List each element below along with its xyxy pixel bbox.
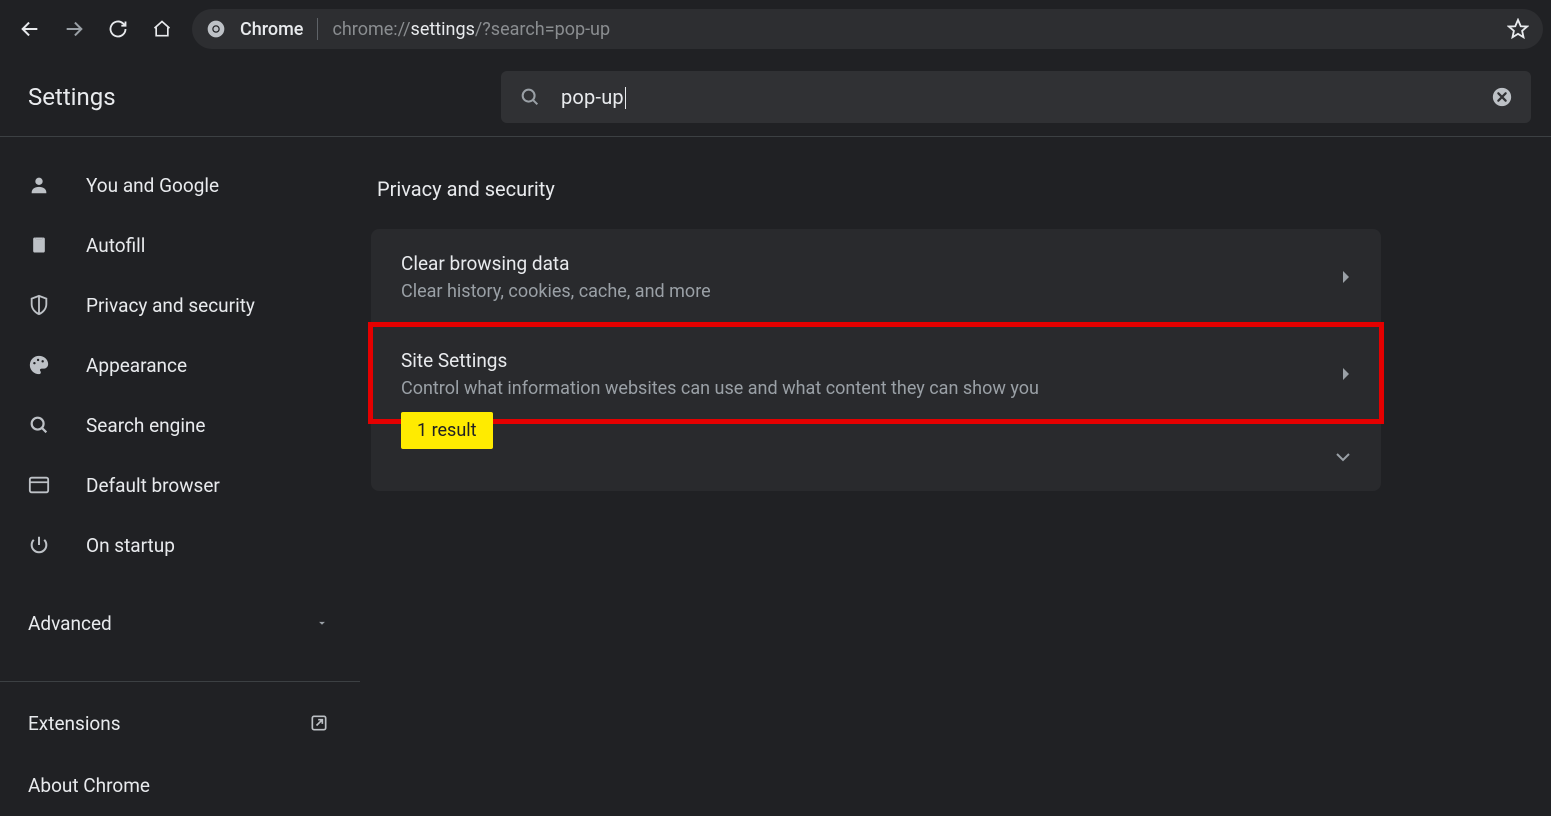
section-title-privacy: Privacy and security	[377, 177, 1551, 201]
sidebar-item-label: Extensions	[28, 712, 121, 735]
sidebar-item-label: You and Google	[86, 174, 219, 197]
forward-button[interactable]	[52, 7, 96, 51]
omnibox-url: chrome://settings/?search=pop-up	[332, 19, 610, 40]
chevron-right-icon	[1341, 367, 1351, 381]
chevron-down-icon	[1335, 451, 1351, 463]
sidebar-item-on-startup[interactable]: On startup	[0, 515, 365, 575]
home-button[interactable]	[140, 7, 184, 51]
omnibox-site-label: Chrome	[240, 19, 303, 40]
search-result-badge: 1 result	[401, 412, 493, 449]
row-subtitle: Control what information websites can us…	[401, 378, 1039, 399]
sidebar-item-autofill[interactable]: Autofill	[0, 215, 365, 275]
sidebar-item-search-engine[interactable]: Search engine	[0, 395, 365, 455]
row-subtitle: Clear history, cookies, cache, and more	[401, 281, 711, 302]
external-link-icon	[309, 713, 329, 733]
search-input-value: pop-up	[561, 85, 1491, 110]
settings-main: Privacy and security Clear browsing data…	[365, 137, 1551, 790]
sidebar-item-you-and-google[interactable]: You and Google	[0, 155, 365, 215]
sidebar-item-label: Autofill	[86, 234, 145, 257]
browser-icon	[26, 475, 52, 495]
search-icon	[519, 86, 541, 108]
bookmark-star-icon[interactable]	[1507, 18, 1529, 40]
sidebar-item-extensions[interactable]: Extensions	[0, 692, 365, 754]
sidebar-item-appearance[interactable]: Appearance	[0, 335, 365, 395]
palette-icon	[26, 354, 52, 376]
clear-search-icon[interactable]	[1491, 86, 1513, 108]
person-icon	[26, 174, 52, 196]
row-clear-browsing-data[interactable]: Clear browsing data Clear history, cooki…	[371, 229, 1381, 325]
power-icon	[26, 534, 52, 556]
address-bar[interactable]: Chrome chrome://settings/?search=pop-up	[192, 9, 1543, 49]
back-button[interactable]	[8, 7, 52, 51]
chrome-icon	[206, 19, 226, 39]
row-title: Clear browsing data	[401, 252, 711, 275]
sidebar-item-label: Privacy and security	[86, 294, 255, 317]
settings-sidebar: You and Google Autofill Privacy and secu…	[0, 137, 365, 790]
sidebar-item-label: On startup	[86, 534, 175, 557]
sidebar-advanced-label: Advanced	[28, 612, 112, 635]
sidebar-item-default-browser[interactable]: Default browser	[0, 455, 365, 515]
page-title: Settings	[28, 83, 116, 111]
settings-search-input[interactable]: pop-up	[501, 71, 1531, 123]
shield-icon	[26, 294, 52, 316]
sidebar-item-label: Search engine	[86, 414, 206, 437]
search-icon	[26, 414, 52, 436]
settings-header: Settings pop-up	[0, 58, 1551, 136]
sidebar-item-about-chrome[interactable]: About Chrome	[0, 754, 365, 816]
sidebar-item-label: Default browser	[86, 474, 220, 497]
sidebar-item-privacy[interactable]: Privacy and security	[0, 275, 365, 335]
row-site-settings[interactable]: Site Settings Control what information w…	[371, 325, 1381, 421]
sidebar-item-label: About Chrome	[28, 774, 150, 797]
browser-toolbar: Chrome chrome://settings/?search=pop-up	[0, 0, 1551, 58]
sidebar-advanced-toggle[interactable]: Advanced	[0, 593, 365, 653]
chevron-down-icon	[315, 616, 329, 630]
row-title: Site Settings	[401, 349, 1039, 372]
omnibox-separator	[317, 18, 318, 40]
reload-button[interactable]	[96, 7, 140, 51]
chevron-right-icon	[1341, 270, 1351, 284]
clipboard-icon	[26, 234, 52, 256]
sidebar-item-label: Appearance	[86, 354, 187, 377]
sidebar-divider	[0, 681, 360, 682]
privacy-card: Clear browsing data Clear history, cooki…	[371, 229, 1381, 491]
row-more[interactable]	[371, 421, 1381, 491]
